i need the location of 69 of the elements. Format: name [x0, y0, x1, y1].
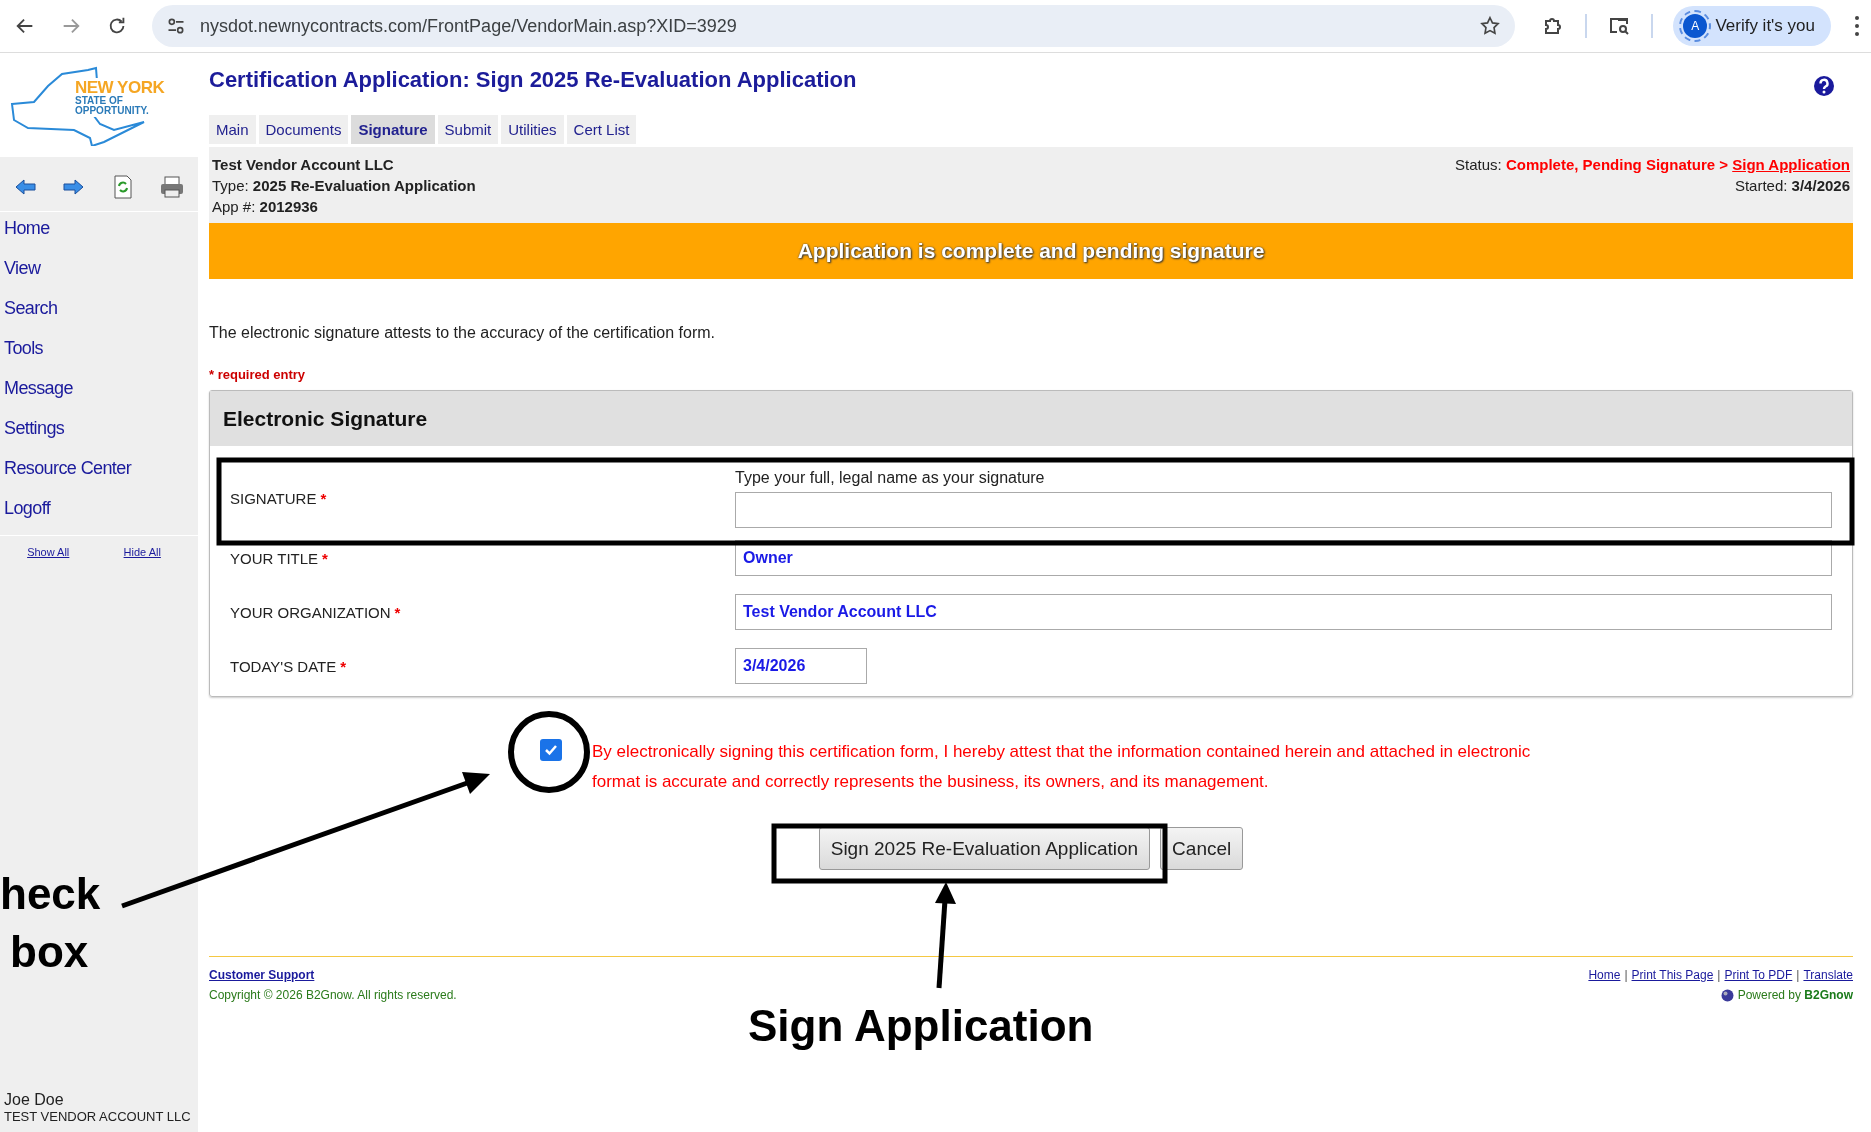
more-menu-icon[interactable] — [1853, 15, 1861, 37]
logo-title: NEW YORK — [75, 79, 165, 96]
tab[interactable]: Signature — [351, 115, 435, 144]
avatar-icon: A — [1683, 14, 1708, 38]
separator: | — [1624, 968, 1628, 982]
tab[interactable]: Submit — [437, 115, 499, 144]
nav-link[interactable]: Logoff — [4, 495, 51, 535]
refresh-page-icon[interactable] — [112, 174, 133, 199]
nav-link[interactable]: Tools — [4, 335, 44, 375]
tab[interactable]: Documents — [258, 115, 349, 144]
nav-link[interactable]: Home — [4, 215, 50, 255]
annotation-text: heck — [0, 872, 101, 916]
date-field[interactable]: 3/4/2026 — [735, 648, 867, 684]
field-label: SIGNATURE * — [230, 489, 328, 507]
tab[interactable]: Main — [209, 115, 256, 144]
annotation-text: Sign Application — [748, 1004, 1094, 1048]
nav-link[interactable]: Search — [4, 295, 58, 335]
back-arrow-icon[interactable] — [13, 178, 36, 195]
forward-arrow-icon[interactable] — [63, 178, 86, 195]
site-settings-icon[interactable] — [166, 16, 186, 36]
nav-link[interactable]: Resource Center — [4, 455, 132, 495]
status-banner: Application is complete and pending signature — [209, 223, 1853, 279]
checkbox[interactable] — [540, 739, 562, 761]
nav-link[interactable]: Message — [4, 375, 73, 415]
nav-link[interactable]: View — [4, 255, 41, 295]
input-field[interactable] — [735, 492, 1832, 528]
printer-icon[interactable] — [160, 175, 185, 198]
separator: | — [1717, 968, 1721, 982]
globe-icon — [1720, 988, 1734, 1002]
field-label: YOUR TITLE * — [230, 549, 329, 567]
input-field[interactable]: Test Vendor Account LLC — [735, 594, 1832, 630]
toggle-link[interactable]: Show All — [27, 546, 70, 558]
support-link[interactable]: Customer Support — [209, 965, 457, 985]
powered-by-text: Powered by B2Gnow — [1737, 987, 1853, 1004]
status-text: Status: Complete, Pending Signature > — [1455, 156, 1729, 173]
annotation-text: box — [10, 930, 89, 974]
copyright-text: Copyright © 2026 B2Gnow. All rights reserved. — [209, 987, 457, 1004]
application-type: Type: 2025 Re-Evaluation Application — [212, 176, 476, 196]
nav-link[interactable]: Settings — [4, 415, 65, 455]
sign-button[interactable]: Sign 2025 Re-Evaluation Application — [818, 827, 1151, 870]
footer-link[interactable]: Home — [1588, 968, 1621, 982]
footer-link[interactable]: Print This Page — [1631, 968, 1714, 982]
application-number: App #: 2012936 — [212, 197, 319, 217]
profile-button[interactable]: A Verify it's you — [1673, 6, 1831, 46]
user-organization: TEST VENDOR ACCOUNT LLC — [4, 1109, 192, 1124]
field-label: YOUR ORGANIZATION * — [230, 603, 402, 621]
address-bar[interactable]: nysdot.newnycontracts.com/FrontPage/VendorMain.asp?XID=3929 — [152, 5, 1516, 47]
help-icon[interactable] — [1813, 75, 1835, 97]
required-note: * required entry — [209, 367, 307, 382]
user-name: Joe Doe — [4, 1091, 65, 1109]
intro-text: The electronic signature attests to the accuracy of the certification form. — [209, 324, 716, 342]
page-title: Certification Application: Sign 2025 Re-Evaluation Application — [209, 67, 857, 93]
tab[interactable]: Cert List — [566, 115, 637, 144]
toggle-link[interactable]: Hide All — [123, 546, 161, 558]
field-label: TODAY'S DATE * — [230, 657, 348, 675]
footer-link[interactable]: Print To PDF — [1724, 968, 1793, 982]
url-text: nysdot.newnycontracts.com/FrontPage/VendorMain.asp?XID=3929 — [200, 15, 738, 37]
panel-title: Electronic Signature — [210, 391, 1852, 446]
field-hint: Type your full, legal name as your signature — [735, 468, 1045, 488]
logo-subtitle: OPPORTUNITY. — [75, 106, 150, 116]
tab[interactable]: Utilities — [501, 115, 564, 144]
bookmark-star-icon[interactable] — [1479, 15, 1502, 37]
vendor-name: Test Vendor Account LLC — [212, 155, 395, 175]
cancel-button[interactable]: Cancel — [1160, 827, 1244, 870]
separator: | — [1796, 968, 1800, 982]
footer-link[interactable]: Translate — [1803, 968, 1853, 982]
started-date: Started: 3/4/2026 — [1734, 176, 1850, 196]
logo-subtitle: STATE OF — [75, 96, 124, 106]
attestation-text: By electronically signing this certification form, I hereby attest that the information contained herein and attached in electronic format is accurate and correctly represents the business, its owners, and its management. — [592, 741, 1532, 793]
